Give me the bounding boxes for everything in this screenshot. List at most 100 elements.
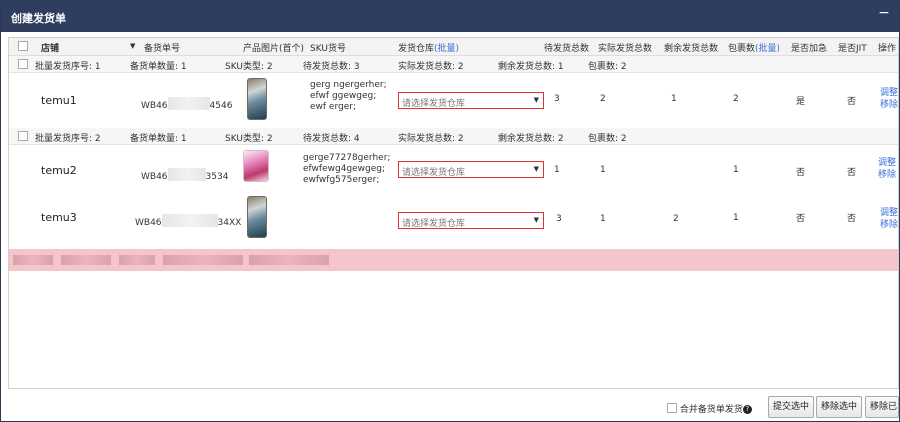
- batch-group-2: 批量发货序号: 2 备货单数量: 1 SKU类型: 2 待发货总数: 4 实际发…: [9, 128, 898, 145]
- order-suffix: 4546: [209, 101, 233, 111]
- table-row: temu3 WB46 34XX 请选择发货仓库 ▼ 3 1 2 1 否 否 调整 …: [9, 194, 898, 244]
- redacted-text: [249, 255, 329, 265]
- chevron-down-icon: ▼: [533, 216, 539, 224]
- actual: 1: [600, 214, 606, 224]
- sku-list: gerg ngergerher; efwf ggewgeg; ewf erger…: [310, 80, 387, 113]
- create-shipment-dialog: 创建发货单 − 店铺 ▼ 备货单号 产品图片(首个) SKU货号 发货仓库(批量…: [0, 0, 900, 422]
- group-pending: 待发货总数: 4: [303, 134, 360, 144]
- package-count[interactable]: 1: [733, 165, 739, 175]
- order-prefix: WB46: [141, 101, 168, 111]
- group-actual: 实际发货总数: 2: [398, 134, 464, 144]
- sort-down-icon[interactable]: ▼: [130, 42, 135, 50]
- jit: 否: [847, 168, 857, 178]
- merge-checkbox[interactable]: [667, 403, 677, 413]
- redacted-mask: [167, 168, 206, 181]
- urgent: 否: [796, 168, 806, 178]
- package-count[interactable]: 1: [733, 213, 739, 223]
- store-name: temu1: [41, 94, 77, 107]
- product-image: [243, 150, 269, 182]
- group-packages: 包裹数: 2: [588, 134, 627, 144]
- group-checkbox[interactable]: [18, 59, 28, 69]
- urgent: 是: [796, 97, 806, 107]
- table-row: temu1 WB46 4546 gerg ngergerher; efwf gge…: [9, 74, 898, 128]
- help-icon[interactable]: ?: [742, 405, 752, 414]
- order-no: WB46 3534: [141, 166, 228, 182]
- redacted-text: [163, 255, 243, 265]
- col-urgent: 是否加急: [791, 44, 828, 54]
- sku-item: gerg ngergerher;: [310, 80, 387, 90]
- warehouse-select-placeholder: 请选择发货仓库: [402, 168, 466, 178]
- table-row: temu2 WB46 3534 gerge77278gerher; efwfewg…: [9, 146, 898, 194]
- package-count[interactable]: 2: [733, 94, 739, 104]
- store-name: temu3: [41, 211, 77, 224]
- sku-item: efwf ggewgeg;: [310, 91, 377, 101]
- adjust-link[interactable]: 调整: [878, 158, 896, 169]
- sku-types: SKU类型: 2: [225, 62, 273, 72]
- col-actual-total: 实际发货总数: [598, 44, 653, 54]
- order-count: 备货单数量: 1: [130, 62, 187, 72]
- col-remaining-total: 剩余发货总数: [664, 44, 719, 54]
- redacted-text: [61, 255, 111, 265]
- pending: 1: [554, 165, 560, 175]
- pending: 3: [554, 94, 560, 104]
- submit-selected-button[interactable]: 提交选中: [768, 396, 815, 418]
- actual: 1: [600, 165, 606, 175]
- error-banner: [9, 249, 898, 271]
- dialog-title: 创建发货单: [11, 12, 66, 25]
- warehouse-select[interactable]: 请选择发货仓库 ▼: [398, 212, 544, 229]
- actual: 2: [600, 94, 606, 104]
- group-pending: 待发货总数: 3: [303, 62, 360, 72]
- warehouse-select[interactable]: 请选择发货仓库 ▼: [398, 92, 544, 109]
- warehouse-select[interactable]: 请选择发货仓库 ▼: [398, 161, 544, 178]
- store-name: temu2: [41, 164, 77, 177]
- jit: 否: [847, 214, 857, 224]
- order-prefix: WB46: [135, 218, 162, 228]
- col-order-no: 备货单号: [144, 44, 181, 54]
- col-package-label: 包裹数: [728, 44, 756, 54]
- batch-group-1: 批量发货序号: 1 备货单数量: 1 SKU类型: 2 待发货总数: 3 实际发…: [9, 56, 898, 73]
- product-image: [247, 78, 267, 120]
- dialog-titlebar: 创建发货单 −: [1, 1, 899, 32]
- col-jit: 是否JIT: [838, 44, 867, 54]
- jit: 否: [847, 97, 857, 107]
- col-warehouse: 发货仓库(批量): [398, 41, 459, 54]
- order-no: WB46 4546: [141, 95, 232, 111]
- warehouse-select-placeholder: 请选择发货仓库: [402, 219, 466, 229]
- sku-item: gerge77278gerher;: [303, 153, 391, 163]
- batch-seq: 批量发货序号: 2: [35, 134, 101, 144]
- group-remaining: 剩余发货总数: 2: [498, 134, 564, 144]
- adjust-link[interactable]: 调整: [880, 88, 898, 99]
- minimize-icon[interactable]: −: [877, 6, 891, 21]
- remove-partial-button[interactable]: 移除已: [865, 396, 899, 418]
- merge-option[interactable]: 合并备货单发货?: [667, 402, 752, 415]
- chevron-down-icon: ▼: [533, 165, 539, 173]
- dialog-footer: 合并备货单发货? 提交选中 移除选中 移除已: [1, 393, 899, 421]
- col-store: 店铺: [41, 44, 60, 54]
- adjust-link[interactable]: 调整: [880, 208, 898, 219]
- sku-item: ewfwfg575erger;: [303, 175, 380, 185]
- redacted-text: [13, 255, 53, 265]
- group-checkbox[interactable]: [18, 131, 28, 141]
- package-batch-link[interactable]: (批量): [755, 44, 780, 54]
- chevron-down-icon: ▼: [533, 96, 539, 104]
- group-packages: 包裹数: 2: [588, 62, 627, 72]
- product-image: [247, 196, 267, 238]
- warehouse-batch-link[interactable]: (批量): [434, 44, 459, 54]
- select-all-checkbox[interactable]: [18, 41, 28, 51]
- warehouse-select-placeholder: 请选择发货仓库: [402, 99, 466, 109]
- order-suffix: 34XX: [217, 218, 242, 228]
- remove-selected-button[interactable]: 移除选中: [816, 396, 863, 418]
- col-package-count: 包裹数(批量): [728, 41, 780, 54]
- order-suffix: 3534: [205, 172, 229, 182]
- remove-link[interactable]: 移除: [880, 220, 898, 231]
- remove-link[interactable]: 移除: [880, 100, 898, 111]
- urgent: 否: [796, 214, 806, 224]
- remaining: 1: [671, 94, 677, 104]
- order-count: 备货单数量: 1: [130, 134, 187, 144]
- sku-list: gerge77278gerher; efwfewg4gewgeg; ewfwfg…: [303, 153, 390, 186]
- sku-item: ewf erger;: [310, 102, 356, 112]
- sku-types: SKU类型: 2: [225, 134, 273, 144]
- remove-link[interactable]: 移除: [878, 170, 896, 181]
- col-product-image: 产品图片(首个): [243, 44, 305, 54]
- batch-seq: 批量发货序号: 1: [35, 62, 101, 72]
